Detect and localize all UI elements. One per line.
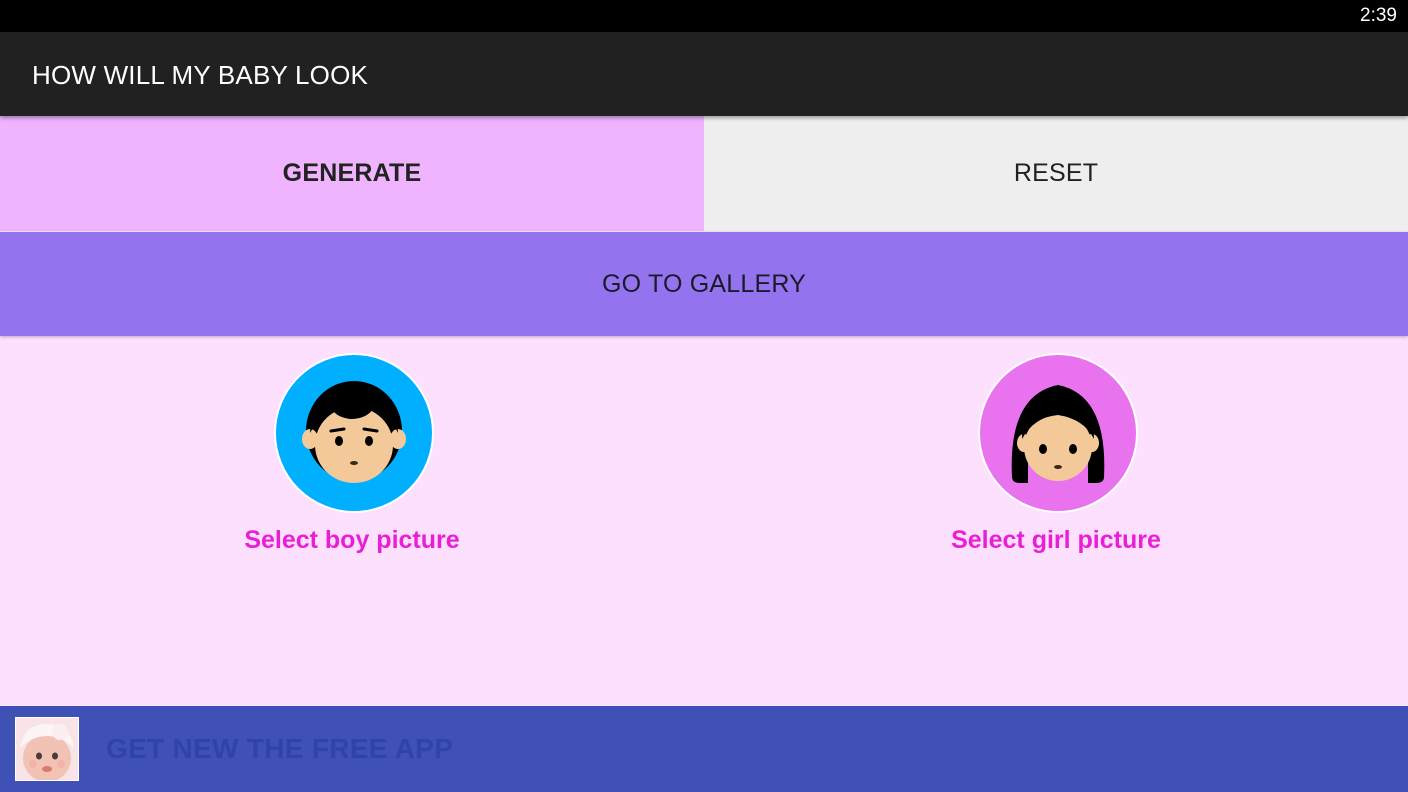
girl-face-icon — [1011, 385, 1105, 483]
baby-photo-icon — [15, 717, 79, 781]
boy-picture-selector[interactable] — [274, 353, 434, 513]
girl-picture-selector[interactable] — [978, 353, 1138, 513]
generate-button-label: GENERATE — [282, 159, 422, 187]
reset-button[interactable]: RESET — [704, 116, 1408, 231]
reset-button-label: RESET — [1013, 159, 1099, 187]
select-girl-label[interactable]: Select girl picture — [856, 526, 1256, 555]
gallery-button-label: GO TO GALLERY — [601, 269, 807, 298]
ad-banner[interactable]: GET NEW THE FREE APP — [0, 706, 1408, 792]
boy-face-icon — [302, 381, 406, 483]
gallery-button[interactable]: GO TO GALLERY — [0, 232, 1408, 336]
status-bar: 2:39 — [0, 0, 1408, 32]
status-time: 2:39 — [1360, 5, 1397, 26]
select-boy-label[interactable]: Select boy picture — [152, 526, 552, 555]
ad-text: GET NEW THE FREE APP — [106, 733, 454, 764]
app-title: HOW WILL MY BABY LOOK — [32, 60, 369, 90]
generate-button[interactable]: GENERATE — [0, 116, 704, 231]
app-bar: HOW WILL MY BABY LOOK — [0, 32, 1408, 116]
